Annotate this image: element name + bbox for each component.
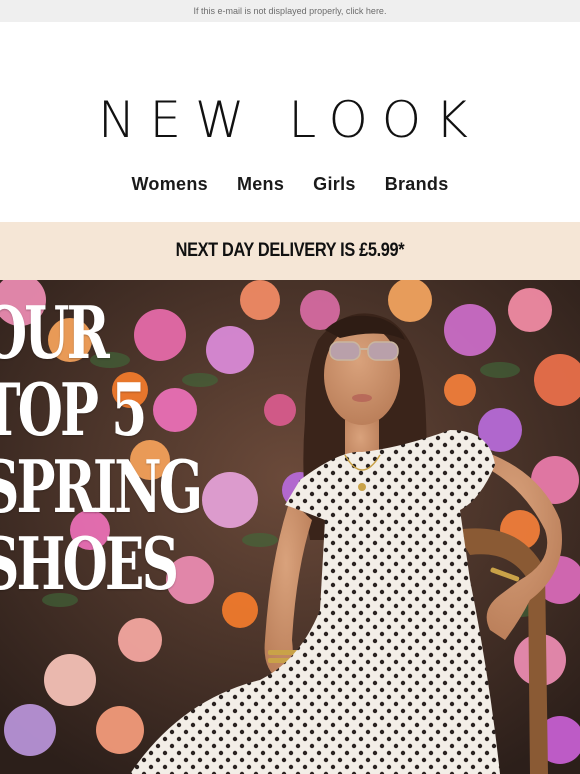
- hero-headline: OUR TOP 5 SPRING SHOES: [0, 290, 203, 606]
- delivery-banner-text: NEXT DAY DELIVERY IS £5.99*: [175, 240, 405, 261]
- nav-item-mens[interactable]: Mens: [237, 174, 284, 195]
- brand-logo[interactable]: NEW LOOK: [0, 94, 580, 146]
- hero-headline-line: SPRING: [0, 444, 203, 529]
- hero-headline-line: TOP 5: [0, 367, 147, 452]
- preheader-bar: If this e-mail is not displayed properly…: [0, 0, 580, 22]
- hero-image[interactable]: OUR TOP 5 SPRING SHOES: [0, 280, 580, 774]
- email-header: NEW LOOK Womens Mens Girls Brands: [0, 22, 580, 222]
- nav-item-womens[interactable]: Womens: [131, 174, 207, 195]
- nav-item-brands[interactable]: Brands: [385, 174, 449, 195]
- nav-item-girls[interactable]: Girls: [313, 174, 356, 195]
- hero-headline-line: OUR: [0, 290, 110, 375]
- main-nav: Womens Mens Girls Brands: [0, 174, 580, 195]
- view-in-browser-link[interactable]: If this e-mail is not displayed properly…: [194, 6, 387, 16]
- hero-headline-line: SHOES: [0, 521, 179, 606]
- delivery-banner[interactable]: NEXT DAY DELIVERY IS £5.99*: [0, 222, 580, 280]
